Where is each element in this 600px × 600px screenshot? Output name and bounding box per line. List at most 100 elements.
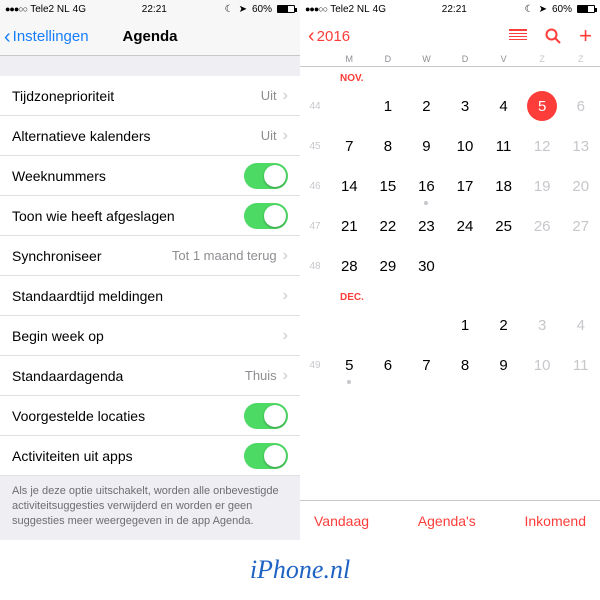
day-cell[interactable]: 5 xyxy=(330,350,369,380)
day-cell[interactable]: 7 xyxy=(330,131,369,161)
chevron-right-icon: › xyxy=(283,327,288,345)
day-cell[interactable]: 19 xyxy=(523,171,562,201)
toggle-switch[interactable] xyxy=(244,163,288,189)
day-cell[interactable]: 1 xyxy=(446,310,485,340)
day-cell[interactable]: 7 xyxy=(407,350,446,380)
footer-note: Als je deze optie uitschakelt, worden al… xyxy=(0,476,300,529)
toggle-switch[interactable] xyxy=(244,443,288,469)
day-cell[interactable]: 27 xyxy=(561,211,600,241)
carrier-label: Tele2 NL xyxy=(330,4,369,15)
day-cell[interactable]: 16 xyxy=(407,171,446,201)
week-row: 1234 xyxy=(300,305,600,345)
day-cell[interactable]: 13 xyxy=(561,131,600,161)
day-cell[interactable]: 5 xyxy=(523,91,562,121)
calendar-grid[interactable]: NOV.441234564578910111213461415161718192… xyxy=(300,67,600,500)
day-cell[interactable]: 20 xyxy=(561,171,600,201)
settings-row[interactable]: Toon wie heeft afgeslagen xyxy=(0,196,300,236)
day-cell[interactable]: 9 xyxy=(407,131,446,161)
weekday-label: V xyxy=(484,54,523,64)
day-cell[interactable]: 9 xyxy=(484,350,523,380)
settings-row[interactable]: Begin week op› xyxy=(0,316,300,356)
nav-bar: ‹ Instellingen Agenda xyxy=(0,18,300,56)
day-cell[interactable]: 11 xyxy=(561,350,600,380)
day-cell[interactable]: 29 xyxy=(369,251,408,281)
day-cell[interactable]: 8 xyxy=(446,350,485,380)
status-bar: ●●●○○ Tele2 NL 4G 22:21 ☾ ➤ 60% xyxy=(0,0,300,18)
day-cell[interactable]: 23 xyxy=(407,211,446,241)
day-cell[interactable]: 10 xyxy=(523,350,562,380)
year-back-button[interactable]: ‹ 2016 xyxy=(308,26,350,46)
list-view-icon[interactable] xyxy=(509,29,527,43)
day-cell[interactable]: 2 xyxy=(407,91,446,121)
day-cell[interactable]: 10 xyxy=(446,131,485,161)
status-bar: ●●●○○ Tele2 NL 4G 22:21 ☾ ➤ 60% xyxy=(300,0,600,18)
row-value: Tot 1 maand terug› xyxy=(172,247,288,265)
day-cell[interactable]: 17 xyxy=(446,171,485,201)
day-cell[interactable]: 22 xyxy=(369,211,408,241)
day-cell[interactable]: 3 xyxy=(523,310,562,340)
day-cell[interactable]: 14 xyxy=(330,171,369,201)
weekday-header: MDWDVZZ xyxy=(300,54,600,67)
search-icon[interactable] xyxy=(545,28,561,44)
day-cell[interactable]: 4 xyxy=(561,310,600,340)
day-cell[interactable]: 18 xyxy=(484,171,523,201)
toggle-switch[interactable] xyxy=(244,203,288,229)
signal-icon: ●●●○○ xyxy=(305,4,327,14)
row-label: Standaardtijd meldingen xyxy=(12,288,163,304)
day-cell[interactable]: 30 xyxy=(407,251,446,281)
day-cell[interactable]: 28 xyxy=(330,251,369,281)
settings-row[interactable]: TijdzoneprioriteitUit› xyxy=(0,76,300,116)
battery-pct: 60% xyxy=(552,4,572,15)
day-cell[interactable]: 8 xyxy=(369,131,408,161)
back-label: Instellingen xyxy=(13,28,89,45)
week-row: 4721222324252627 xyxy=(300,206,600,246)
row-label: Synchroniseer xyxy=(12,248,102,264)
settings-row[interactable]: Standaardtijd meldingen› xyxy=(0,276,300,316)
week-row: 4614151617181920 xyxy=(300,166,600,206)
calendar-toolbar: Vandaag Agenda's Inkomend xyxy=(300,500,600,540)
weekday-label: Z xyxy=(561,54,600,64)
inbox-button[interactable]: Inkomend xyxy=(525,513,586,529)
calendars-button[interactable]: Agenda's xyxy=(418,513,476,529)
day-cell[interactable]: 3 xyxy=(446,91,485,121)
back-button[interactable]: ‹ Instellingen xyxy=(0,27,89,47)
day-cell[interactable]: 1 xyxy=(369,91,408,121)
settings-row[interactable]: Synchroniseer Tot 1 maand terug› xyxy=(0,236,300,276)
week-number: 47 xyxy=(300,221,330,232)
settings-row[interactable]: Activiteiten uit apps xyxy=(0,436,300,476)
day-cell[interactable]: 6 xyxy=(561,91,600,121)
row-label: Alternatieve kalenders xyxy=(12,128,151,144)
day-cell[interactable]: 2 xyxy=(484,310,523,340)
battery-icon xyxy=(277,5,295,13)
year-label: 2016 xyxy=(317,28,350,45)
week-number: 49 xyxy=(300,360,330,371)
day-cell[interactable]: 24 xyxy=(446,211,485,241)
settings-row[interactable]: Weeknummers xyxy=(0,156,300,196)
day-cell[interactable]: 6 xyxy=(369,350,408,380)
row-label: Voorgestelde locaties xyxy=(12,408,145,424)
day-cell[interactable]: 21 xyxy=(330,211,369,241)
day-cell[interactable]: 15 xyxy=(369,171,408,201)
add-icon[interactable]: + xyxy=(579,23,592,49)
row-value: › xyxy=(277,327,288,345)
today-button[interactable]: Vandaag xyxy=(314,513,369,529)
dnd-icon: ☾ xyxy=(225,4,234,15)
week-number: 46 xyxy=(300,181,330,192)
settings-row[interactable]: Alternatieve kalendersUit› xyxy=(0,116,300,156)
row-label: Activiteiten uit apps xyxy=(12,448,133,464)
event-dot-icon xyxy=(347,380,351,384)
row-value: Thuis› xyxy=(245,367,288,385)
settings-row[interactable]: StandaardagendaThuis› xyxy=(0,356,300,396)
row-label: Tijdzoneprioriteit xyxy=(12,88,114,104)
settings-list: TijdzoneprioriteitUit›Alternatieve kalen… xyxy=(0,76,300,476)
day-cell[interactable]: 11 xyxy=(484,131,523,161)
day-cell[interactable]: 25 xyxy=(484,211,523,241)
day-cell[interactable]: 26 xyxy=(523,211,562,241)
clock: 22:21 xyxy=(442,4,467,15)
network-label: 4G xyxy=(73,4,86,15)
day-cell[interactable]: 4 xyxy=(484,91,523,121)
day-cell[interactable]: 12 xyxy=(523,131,562,161)
toggle-switch[interactable] xyxy=(244,403,288,429)
settings-row[interactable]: Voorgestelde locaties xyxy=(0,396,300,436)
week-number: 44 xyxy=(300,101,330,112)
